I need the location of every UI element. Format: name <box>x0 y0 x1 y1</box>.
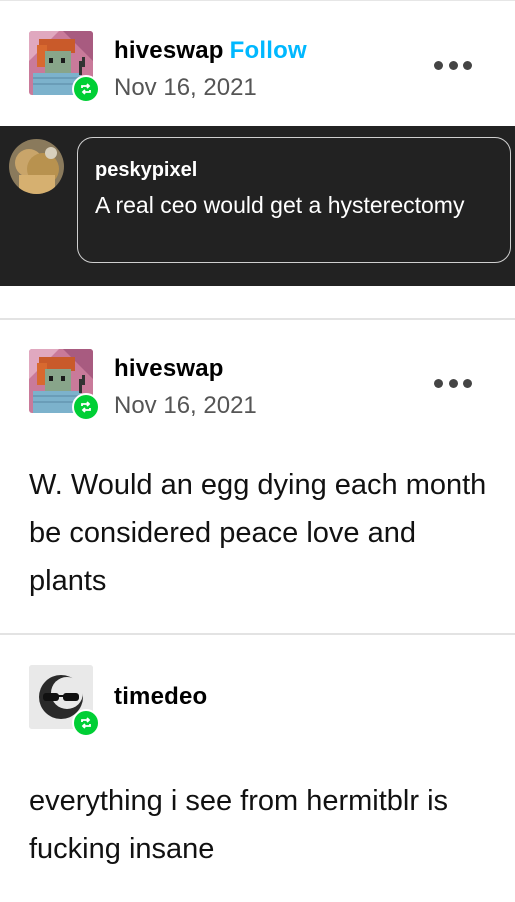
post-date: Nov 16, 2021 <box>114 392 257 419</box>
post-header-2: hiveswap Nov 16, 2021 <box>0 349 515 429</box>
post-date: Nov 16, 2021 <box>114 74 257 101</box>
top-divider <box>0 0 515 1</box>
avatar-hiveswap[interactable] <box>29 349 100 421</box>
ask-bubble: peskypixel A real ceo would get a hyster… <box>77 137 511 263</box>
reblog-icon <box>72 393 100 421</box>
more-options-icon[interactable] <box>434 61 472 71</box>
post-header-1: hiveswap Follow Nov 16, 2021 <box>0 31 515 111</box>
avatar-hiveswap[interactable] <box>29 31 100 103</box>
follow-button[interactable]: Follow <box>230 37 307 64</box>
post-divider <box>0 633 515 635</box>
username-text[interactable]: hiveswap <box>114 37 224 64</box>
post-username[interactable]: hiveswap <box>114 355 224 383</box>
more-options-icon[interactable] <box>434 379 472 389</box>
ask-text: A real ceo would get a hysterectomy <box>95 192 465 218</box>
post-header-3: timedeo <box>0 665 515 745</box>
ask-block: peskypixel A real ceo would get a hyster… <box>0 126 515 286</box>
post-username[interactable]: timedeo <box>114 683 207 711</box>
post-username[interactable]: hiveswap Follow <box>114 37 307 65</box>
cat-avatar[interactable] <box>9 139 64 194</box>
post-divider <box>0 318 515 320</box>
post-body: W. Would an egg dying each month be cons… <box>29 469 487 597</box>
avatar-timedeo[interactable] <box>29 665 100 737</box>
post-body: everything i see from hermitblr is fucki… <box>29 785 449 865</box>
reblog-icon <box>72 75 100 103</box>
asker-name[interactable]: peskypixel <box>95 159 197 182</box>
reblog-icon <box>72 709 100 737</box>
